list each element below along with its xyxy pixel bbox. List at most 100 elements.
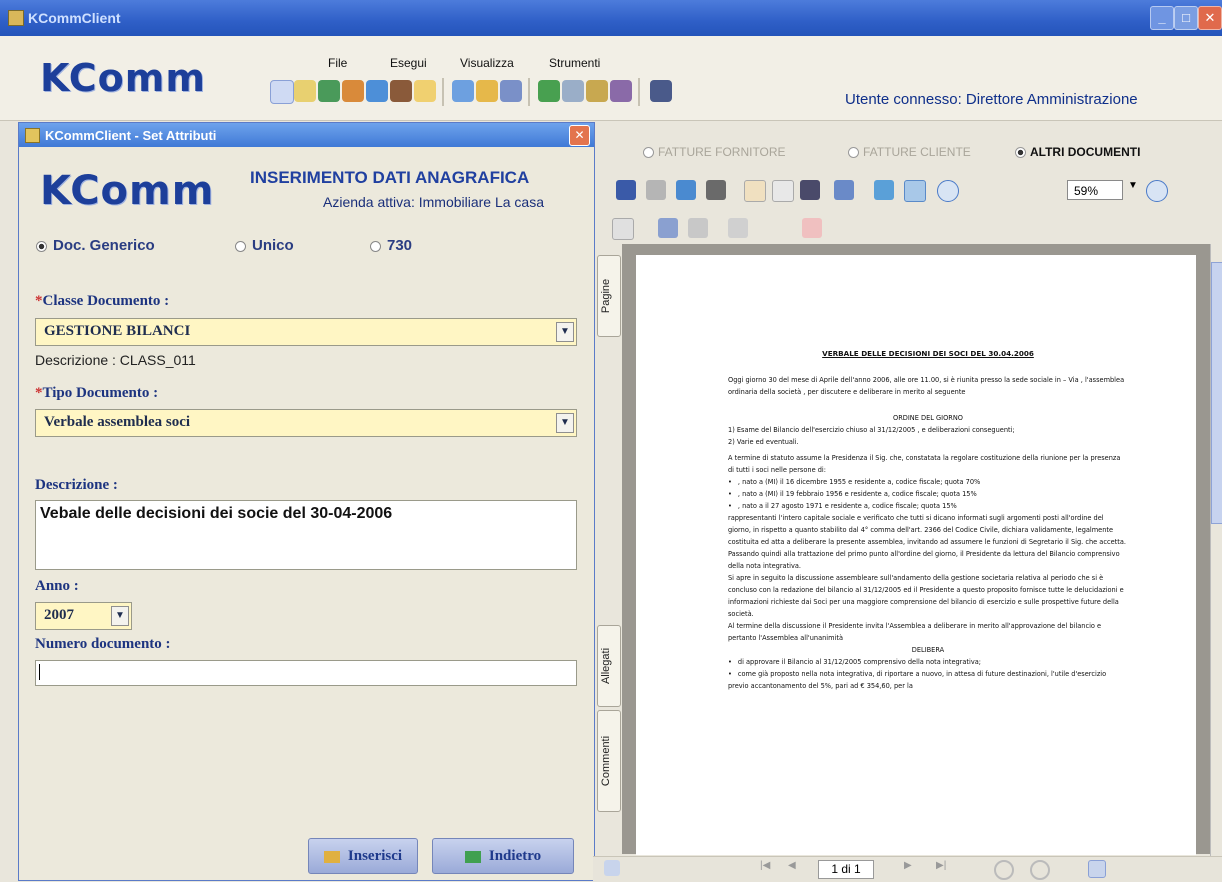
agenda-point: 1) Esame del Bilancio dell'esercizio chi… [728,426,1015,434]
insert-icon [323,850,340,863]
single-page-icon[interactable] [1088,860,1106,878]
tipo-documento-select[interactable]: Verbale assemblea soci ▼ [35,409,577,437]
minimize-button[interactable]: _ [1150,6,1174,30]
archive-icon[interactable] [390,80,412,102]
user-icon[interactable] [650,80,672,102]
zoom-in-circle-icon[interactable] [1146,180,1168,202]
save-icon[interactable] [616,180,636,200]
radio-dot [235,240,246,252]
last-page-icon[interactable]: ▶| [936,860,950,876]
forward-arrow-icon[interactable] [562,80,584,102]
zoom-dropdown-icon[interactable]: ▼ [1128,180,1140,200]
filter-fatture-fornitore[interactable]: FATTURE FORNITORE [643,145,786,159]
page-indicator-value: 1 di 1 [831,862,861,876]
new-document-icon[interactable] [270,80,294,104]
snapshot-icon[interactable] [800,180,820,200]
tab-allegati-label: Allegati [600,647,612,685]
toolbar-separator [638,78,640,106]
document-paragraph: A termine di statuto assume la Presidenz… [728,454,1121,474]
delibera-bullet: come già proposto nella nota integrativa… [728,668,1128,692]
scrollbar-thumb[interactable] [1211,262,1222,524]
socio-line: , nato a il 27 agosto 1971 e residente a… [728,500,1128,512]
tab-commenti[interactable]: Commenti [597,710,621,812]
zoom-level-field[interactable]: 59% [1067,180,1123,200]
first-page-icon[interactable]: |◀ [760,860,774,876]
menu-strumenti[interactable]: Strumenti [549,56,600,70]
fit-page-icon[interactable] [874,180,894,200]
menu-visualizza[interactable]: Visualizza [460,56,514,70]
tab-allegati[interactable]: Allegati [597,625,621,707]
classe-documento-select[interactable]: GESTIONE BILANCI ▼ [35,318,577,346]
refresh-icon[interactable] [318,80,340,102]
folder-tree-icon[interactable] [414,80,436,102]
ordine-del-giorno: ORDINE DEL GIORNO [893,414,963,422]
tipo-value: Verbale assemblea soci [44,414,191,430]
active-company: Azienda attiva: Immobiliare La casa [323,194,544,210]
classe-description: Descrizione : CLASS_011 [35,352,196,368]
menu-esegui[interactable]: Esegui [390,56,427,70]
close-button[interactable]: ✕ [1198,6,1222,30]
tipo-label: *Tipo Documento : [35,385,159,401]
page-indicator[interactable]: 1 di 1 [818,860,874,879]
app-icon [8,10,24,26]
title-bar: KCommClient _ □ ✕ [0,0,1222,36]
filter-altri-documenti[interactable]: ALTRI DOCUMENTI [1015,145,1140,159]
hand-tool-icon[interactable] [744,180,766,202]
settings-icon[interactable] [500,80,522,102]
dialog-close-button[interactable]: ✕ [569,125,590,146]
numero-documento-input[interactable] [35,660,577,686]
prev-page-icon[interactable]: ◀ [788,860,802,876]
classe-value: GESTIONE BILANCI [44,323,191,339]
descrizione-textarea[interactable]: Vebale delle decisioni dei socie del 30-… [35,500,577,570]
copy-icon[interactable] [728,218,748,238]
page-thumbnail-icon[interactable] [604,860,620,876]
select-text-icon[interactable] [772,180,794,202]
users-icon[interactable] [586,80,608,102]
indietro-button[interactable]: Indietro [432,838,574,874]
email-icon[interactable] [676,180,696,200]
radio-730[interactable]: 730 [370,237,412,254]
chevron-down-icon[interactable]: ▼ [111,606,129,626]
forward-history-icon[interactable] [1030,860,1050,880]
document-list-icon[interactable] [452,80,474,102]
fit-width-icon[interactable] [904,180,926,202]
print-icon[interactable] [646,180,666,200]
chevron-down-icon[interactable]: ▼ [556,322,574,342]
document-intro: Oggi giorno 30 del mese di Aprile dell'a… [728,376,1125,396]
menu-file[interactable]: File [328,56,347,70]
next-page-icon[interactable]: ▶ [904,860,918,876]
rotate-icon[interactable] [688,218,708,238]
scan-icon[interactable] [366,80,388,102]
open-folder-icon[interactable] [294,80,316,102]
back-history-icon[interactable] [994,860,1014,880]
reports-icon[interactable] [610,80,632,102]
delibera-bullet: di approvare il Bilancio al 31/12/2005 c… [728,656,1128,668]
document-paragraph: Passando quindi alla trattazione del pri… [728,550,1120,570]
radio-dot-selected [36,240,47,252]
document-paragraph: rappresentanti l'intero capitale sociale… [728,514,1126,546]
toolbar-separator [442,78,444,106]
filter-fatture-cliente[interactable]: FATTURE CLIENTE [848,145,971,159]
search-icon[interactable] [476,80,498,102]
inserisci-button[interactable]: Inserisci [308,838,418,874]
zoom-in-icon[interactable] [834,180,854,200]
tab-pagine[interactable]: Pagine [597,255,621,337]
radio-unico[interactable]: Unico [235,237,294,254]
filter-label-altri: ALTRI DOCUMENTI [1030,145,1141,159]
document-page: VERBALE DELLE DECISIONI DEI SOCI DEL 30.… [636,255,1196,855]
anno-select[interactable]: 2007 ▼ [35,602,132,630]
back-arrow-icon[interactable] [538,80,560,102]
edit-icon[interactable] [658,218,678,238]
main-toolbar [260,76,840,110]
find-icon[interactable] [706,180,726,200]
annotation-icon[interactable] [802,218,822,238]
zoom-out-icon[interactable] [937,180,959,202]
header-logo: KComm [40,56,206,100]
import-icon[interactable] [342,80,364,102]
pages-icon[interactable] [612,218,634,240]
socio-line: , nato a (MI) il 16 dicembre 1955 e resi… [728,476,1128,488]
chevron-down-icon[interactable]: ▼ [556,413,574,433]
zoom-value: 59% [1074,184,1099,198]
radio-doc-generico[interactable]: Doc. Generico [36,237,155,254]
maximize-button[interactable]: □ [1174,6,1198,30]
